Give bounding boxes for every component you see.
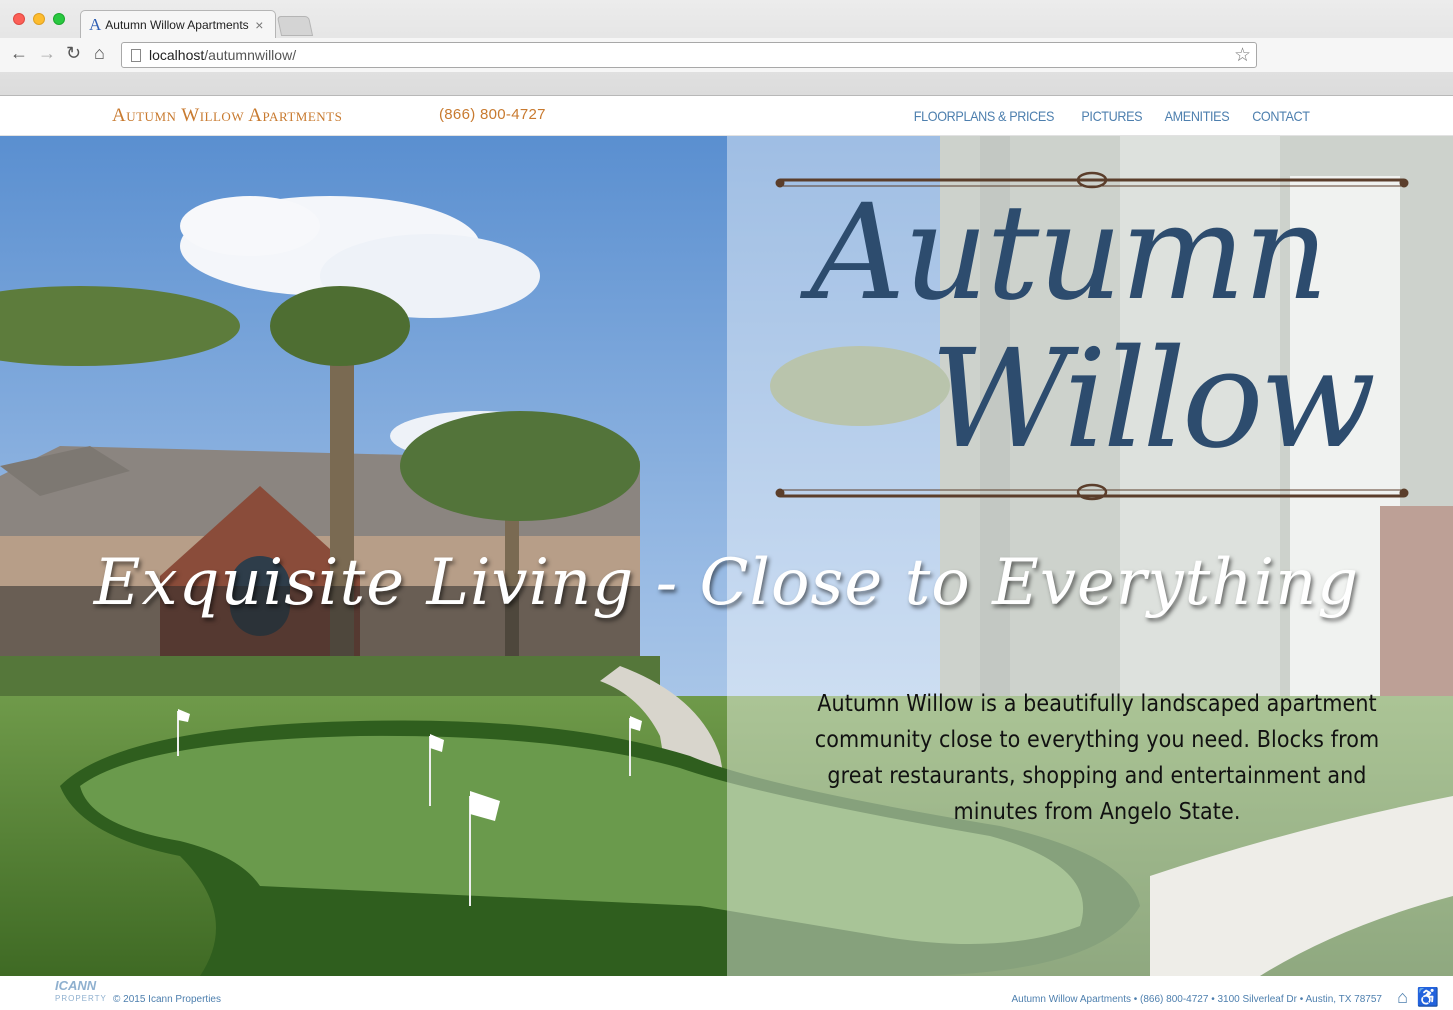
- hero-section: Autumn Willow Exquisite Living - Close t…: [0, 136, 1453, 976]
- hero-logo-line1: Autumn: [810, 176, 1329, 330]
- minimize-window-button[interactable]: [33, 13, 45, 25]
- brand-link[interactable]: Autumn Willow Apartments: [112, 105, 342, 127]
- bookmark-star-icon[interactable]: ☆: [1234, 44, 1251, 67]
- nav-amenities[interactable]: AMENITIES: [1165, 108, 1230, 124]
- close-tab-icon[interactable]: ×: [255, 17, 263, 33]
- main-nav: FLOORPLANS & PRICES PICTURES AMENITIES C…: [906, 108, 1313, 124]
- equal-housing-icon: ⌂: [1397, 987, 1408, 1007]
- browser-toolbar: ← → ↻ ⌂ localhost/autumnwillow/ ☆: [0, 38, 1453, 72]
- footer-logo[interactable]: ICANN PROPERTY: [55, 979, 107, 1005]
- favicon-icon: A: [89, 14, 102, 34]
- address-bar[interactable]: localhost/autumnwillow/ ☆: [121, 42, 1257, 68]
- nav-contact[interactable]: CONTACT: [1252, 108, 1310, 124]
- page-icon: [131, 48, 141, 62]
- new-tab-button[interactable]: [276, 16, 314, 36]
- nav-pictures[interactable]: PICTURES: [1081, 108, 1142, 124]
- forward-arrow-icon[interactable]: →: [38, 43, 56, 64]
- tab-title: Autumn Willow Apartments: [105, 17, 249, 32]
- url-text: localhost/autumnwillow/: [149, 47, 297, 63]
- zoom-window-button[interactable]: [53, 13, 65, 25]
- window-controls: [13, 13, 65, 25]
- browser-chrome: A Autumn Willow Apartments × ← → ↻ ⌂ loc…: [0, 0, 1453, 96]
- hero-tagline: Exquisite Living - Close to Everything: [93, 546, 1360, 620]
- hero-description: Autumn Willow is a beautifully landscape…: [814, 691, 1380, 825]
- header-phone: (866) 800-4727: [439, 106, 546, 123]
- reload-icon[interactable]: ↻: [66, 43, 81, 64]
- back-arrow-icon[interactable]: ←: [10, 43, 28, 64]
- hero-logo-line2: Willow: [930, 321, 1376, 479]
- browser-tab[interactable]: A Autumn Willow Apartments ×: [80, 10, 276, 38]
- close-window-button[interactable]: [13, 13, 25, 25]
- site-footer: ICANN PROPERTY © 2015 Icann Properties A…: [0, 976, 1453, 1010]
- footer-address: Autumn Willow Apartments • (866) 800-472…: [1011, 994, 1382, 1005]
- nav-floorplans-prices[interactable]: FLOORPLANS & PRICES: [914, 108, 1055, 124]
- site-header: Autumn Willow Apartments (866) 800-4727 …: [0, 96, 1453, 136]
- home-icon[interactable]: ⌂: [94, 43, 105, 64]
- footer-copyright: © 2015 Icann Properties: [113, 994, 221, 1005]
- accessibility-icon: ♿: [1416, 987, 1439, 1007]
